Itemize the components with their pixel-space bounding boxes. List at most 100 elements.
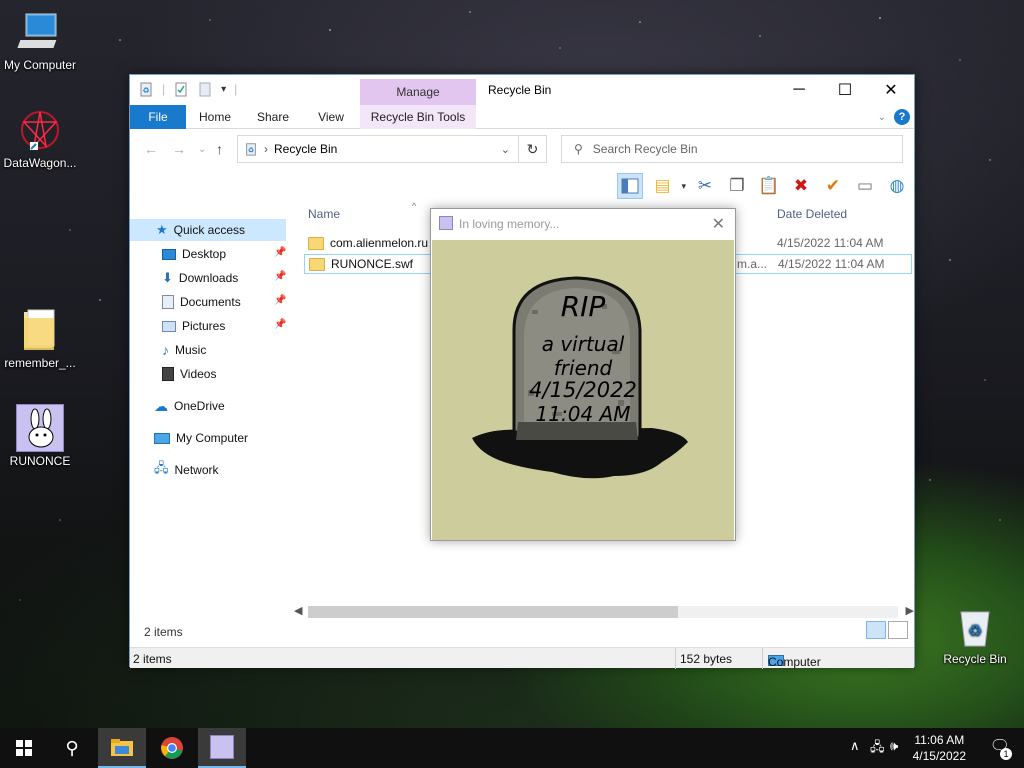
nav-videos[interactable]: Videos [162, 363, 216, 385]
nav-downloads[interactable]: ⬇ Downloads [162, 267, 238, 289]
file-name: RUNONCE.swf [331, 257, 414, 271]
help-icon[interactable]: ? [894, 109, 910, 125]
status-items: 2 items [133, 652, 172, 666]
recent-locations-icon[interactable]: ⌄ [198, 144, 206, 155]
nav-label: Documents [180, 295, 241, 309]
title-bar[interactable]: ♻ | ▾ | Manage Recycle Bin ─ ☐ ✕ [130, 75, 914, 105]
column-header-name[interactable]: Name [308, 207, 340, 221]
desktop-icon-datawagon[interactable]: DataWagon... [0, 106, 80, 170]
desktop-icon-label: RUNONCE [9, 454, 71, 468]
tab-recycle-bin-tools[interactable]: Recycle Bin Tools [360, 105, 476, 129]
nav-network[interactable]: 🖧 Network [154, 459, 219, 481]
pin-icon[interactable]: 📌 [274, 247, 286, 258]
recycle-bin-small-icon: ♻ [140, 82, 152, 97]
tab-home[interactable]: Home [190, 105, 240, 129]
close-button[interactable]: ✕ [868, 75, 914, 105]
scroll-right-icon[interactable]: ▶ [906, 604, 914, 617]
expand-ribbon-icon[interactable]: ⌄ [878, 112, 886, 123]
rename-icon[interactable]: ▭ [852, 173, 878, 199]
search-icon[interactable]: ⚲ [48, 728, 96, 768]
search-placeholder: Search Recycle Bin [592, 142, 698, 156]
computer-icon [154, 432, 170, 444]
popup-body: RIP a virtual friend 4/15/2022 11:04 AM [432, 240, 734, 540]
desktop-icon-my-computer[interactable]: My Computer [0, 8, 80, 72]
properties-icon[interactable] [173, 81, 189, 97]
forward-arrow-icon[interactable]: → [172, 141, 186, 157]
views-icon[interactable]: ▤ [649, 173, 675, 199]
tab-file[interactable]: File [130, 105, 186, 129]
checkmark-icon[interactable]: ✔ [820, 173, 846, 199]
epitaph-time: 11:04 AM [535, 402, 631, 426]
tab-view[interactable]: View [306, 105, 356, 129]
views-dropdown-icon[interactable]: ▾ [681, 181, 686, 192]
nav-my-computer[interactable]: My Computer [154, 427, 248, 449]
scroll-left-icon[interactable]: ◀ [294, 604, 302, 617]
pin-icon[interactable]: 📌 [274, 271, 286, 282]
horizontal-scrollbar[interactable]: ◀ ▶ [290, 603, 916, 621]
svg-text:♻: ♻ [248, 148, 254, 155]
nav-onedrive[interactable]: ☁ OneDrive [154, 395, 225, 417]
memorial-popup: In loving memory... ✕ RIP a virtual frie… [430, 208, 736, 541]
desktop-icon-remember[interactable]: remember_... [0, 306, 80, 370]
address-dropdown-icon[interactable]: ⌄ [501, 143, 510, 156]
tab-share[interactable]: Share [248, 105, 298, 129]
desktop-icon [162, 248, 176, 260]
breadcrumb-chevron-icon[interactable]: › [264, 142, 268, 156]
notification-count-badge: 1 [1000, 748, 1012, 760]
layout-pane-icon[interactable] [617, 173, 644, 199]
address-row: ← → ⌄ ↑ ♻ › Recycle Bin ⌄ ↻ ⚲ Search Rec… [130, 133, 914, 167]
manage-tab[interactable]: Manage [360, 79, 476, 105]
taskbar-chrome[interactable] [148, 728, 196, 768]
nav-pictures[interactable]: Pictures [162, 315, 225, 337]
video-icon [162, 367, 174, 381]
maximize-button[interactable]: ☐ [822, 75, 868, 105]
nav-documents[interactable]: Documents [162, 291, 241, 313]
download-icon: ⬇ [162, 270, 173, 285]
volume-icon[interactable]: 🕪 [890, 738, 898, 754]
pin-icon[interactable]: 📌 [274, 295, 286, 306]
clock[interactable]: 11:06 AM 4/15/2022 [913, 732, 966, 764]
customize-qat-icon[interactable]: ▾ [221, 84, 226, 95]
desktop-icon-recycle-bin[interactable]: ♻ Recycle Bin [935, 602, 1015, 666]
pictures-icon [162, 320, 176, 332]
cut-icon[interactable]: ✂ [692, 173, 718, 199]
new-folder-icon[interactable] [197, 81, 213, 97]
scroll-thumb[interactable] [308, 606, 678, 618]
show-hidden-icons-icon[interactable]: ∧ [850, 738, 860, 754]
delete-icon[interactable]: ✖ [788, 173, 814, 199]
back-arrow-icon[interactable]: ← [144, 141, 158, 157]
status-location-label: Computer [768, 655, 821, 669]
column-header-date-deleted[interactable]: Date Deleted [777, 207, 847, 221]
windows-icon [16, 740, 32, 756]
large-icons-view-icon[interactable] [888, 621, 908, 639]
paste-icon[interactable]: 📋 [756, 173, 782, 199]
nav-label: Music [175, 343, 207, 357]
computer-icon [16, 8, 64, 56]
desktop-icon-label: remember_... [4, 356, 76, 370]
desktop-icon-runonce[interactable]: RUNONCE [0, 404, 80, 468]
address-bar[interactable]: ♻ › Recycle Bin ⌄ [237, 135, 519, 163]
minimize-button[interactable]: ─ [776, 75, 822, 105]
start-button[interactable] [0, 728, 48, 768]
copy-icon[interactable]: ❐ [724, 173, 750, 199]
network-icon[interactable]: 🖧 [870, 738, 885, 760]
popup-close-button[interactable]: ✕ [712, 214, 725, 234]
music-icon: ♪ [162, 342, 169, 358]
nav-quick-access[interactable]: ★ Quick access [130, 219, 286, 241]
globe-icon[interactable]: ◍ [884, 173, 910, 199]
details-view-icon[interactable] [866, 621, 886, 639]
status-size: 152 bytes [680, 652, 733, 666]
pin-icon[interactable]: 📌 [274, 319, 286, 330]
star-icon: ★ [156, 222, 168, 237]
taskbar-runonce[interactable] [198, 728, 246, 768]
refresh-icon[interactable]: ↻ [519, 135, 547, 163]
nav-music[interactable]: ♪ Music [162, 339, 206, 361]
taskbar-file-explorer[interactable] [98, 728, 146, 768]
nav-desktop[interactable]: Desktop [162, 243, 226, 265]
file-date: 4/15/2022 11:04 AM [777, 236, 884, 250]
up-arrow-icon[interactable]: ↑ [216, 141, 223, 157]
nav-label: My Computer [176, 431, 249, 445]
bunny-icon [16, 404, 64, 452]
search-input[interactable]: ⚲ Search Recycle Bin [561, 135, 903, 163]
svg-text:♻: ♻ [968, 623, 982, 640]
